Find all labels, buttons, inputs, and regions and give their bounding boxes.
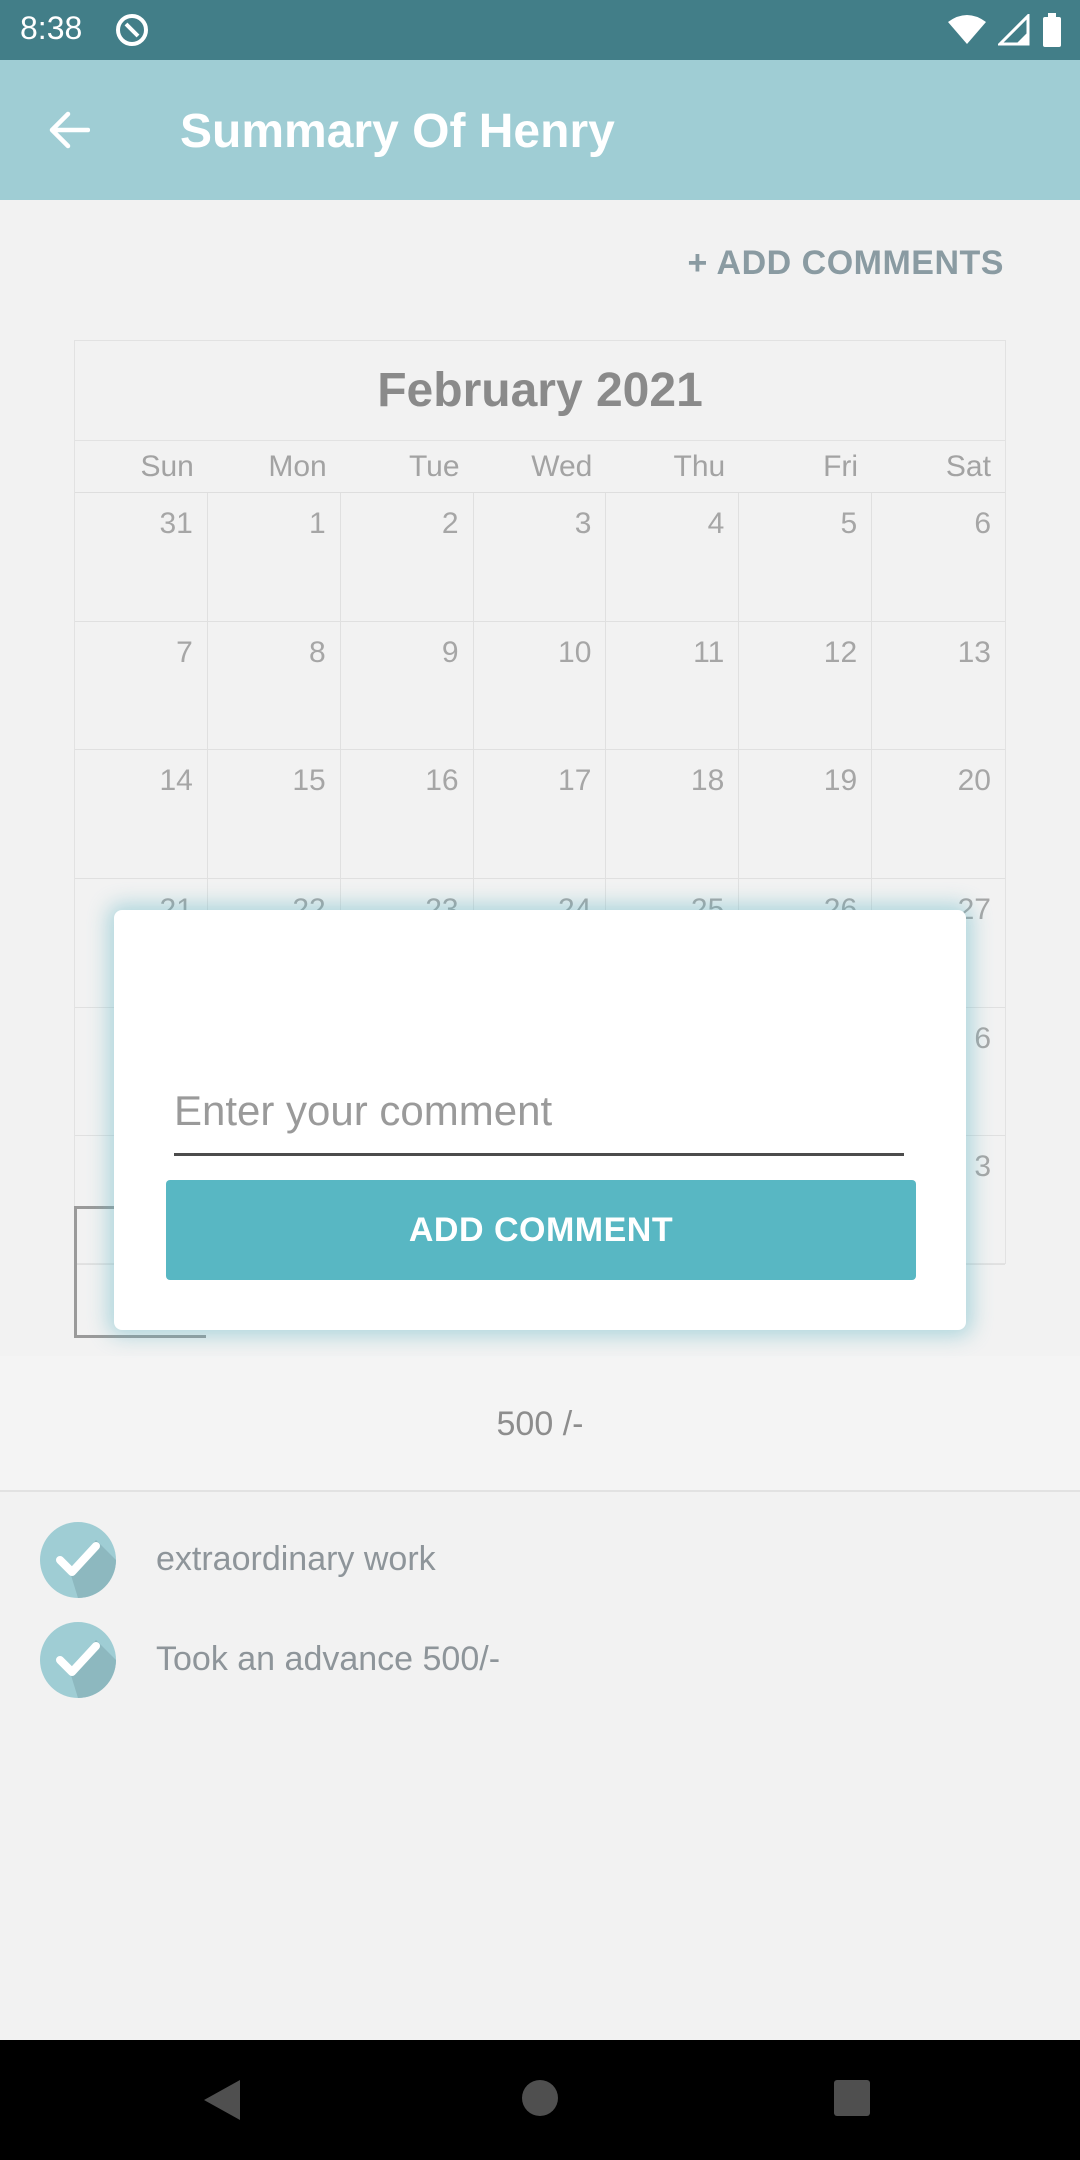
page-title: Summary Of Henry [180, 105, 615, 158]
amount-summary: 500 /- [0, 1356, 1080, 1492]
calendar-day[interactable]: 13 [872, 622, 1005, 751]
check-circle-icon [40, 1522, 116, 1598]
calendar-day[interactable]: 16 [340, 750, 474, 879]
calendar-day[interactable]: 12 [739, 621, 873, 751]
comment-item: Took an advance 500/- [0, 1616, 1080, 1716]
calendar-day[interactable]: 10 [473, 621, 607, 751]
calendar-day[interactable]: 7 [75, 621, 208, 751]
comment-item: extraordinary work [0, 1516, 1080, 1616]
calendar-day[interactable]: 6 [872, 493, 1005, 622]
comment-list: extraordinary work Took an advance 500/- [0, 1516, 1080, 1716]
add-comments-button[interactable]: + ADD COMMENTS [688, 244, 1004, 283]
calendar-day[interactable]: 17 [473, 750, 607, 879]
calendar-day[interactable]: 8 [207, 621, 341, 751]
add-comment-dialog: ADD COMMENT [114, 910, 966, 1330]
weekday-label: Tue [408, 450, 460, 483]
calendar-day[interactable]: 2 [340, 493, 474, 622]
comment-input[interactable] [174, 1076, 904, 1156]
calendar-weekday-row: Sun Mon Tue Wed Thu Fri Sat [75, 441, 1005, 493]
nav-recents-icon[interactable] [834, 2080, 870, 2116]
weekday-label: Wed [531, 450, 593, 483]
nav-back-icon[interactable] [202, 2078, 242, 2122]
calendar-day[interactable]: 1 [207, 493, 341, 622]
calendar-day[interactable]: 19 [739, 750, 873, 879]
status-time: 8:38 [20, 10, 83, 46]
calendar-day[interactable]: 4 [606, 493, 740, 622]
check-circle-icon [40, 1622, 116, 1698]
signal-icon [998, 14, 1030, 46]
calendar-day[interactable]: 5 [739, 493, 873, 622]
comment-text: Took an advance 500/- [156, 1640, 501, 1678]
system-nav-bar [0, 2040, 1080, 2160]
add-comment-button[interactable]: ADD COMMENT [166, 1180, 916, 1280]
comment-text: extraordinary work [156, 1540, 436, 1578]
nav-home-icon[interactable] [522, 2080, 558, 2116]
weekday-label: Sat [945, 450, 991, 483]
app-bar: Summary Of Henry [0, 60, 1080, 200]
calendar-day[interactable]: 20 [872, 750, 1005, 879]
notification-app-icon [116, 14, 148, 46]
calendar-day[interactable]: 11 [606, 621, 740, 751]
calendar-day[interactable]: 15 [207, 750, 341, 879]
arrow-left-icon [49, 111, 90, 149]
status-icons [948, 12, 1062, 48]
calendar-month-title: February 2021 [75, 341, 1005, 441]
weekday-label: Sun [140, 450, 194, 483]
calendar-day[interactable]: 31 [75, 493, 208, 622]
wifi-icon [948, 15, 986, 44]
status-bar: 8:38 [0, 0, 1080, 60]
weekday-label: Thu [673, 450, 726, 483]
calendar-day[interactable]: 18 [606, 750, 740, 879]
calendar-day[interactable]: 9 [340, 621, 474, 751]
battery-icon [1043, 13, 1061, 47]
weekday-label: Mon [268, 450, 327, 483]
calendar-day[interactable]: 3 [473, 493, 607, 622]
back-button[interactable] [30, 98, 106, 162]
calendar-day[interactable]: 14 [75, 750, 208, 879]
weekday-label: Fri [823, 450, 859, 483]
